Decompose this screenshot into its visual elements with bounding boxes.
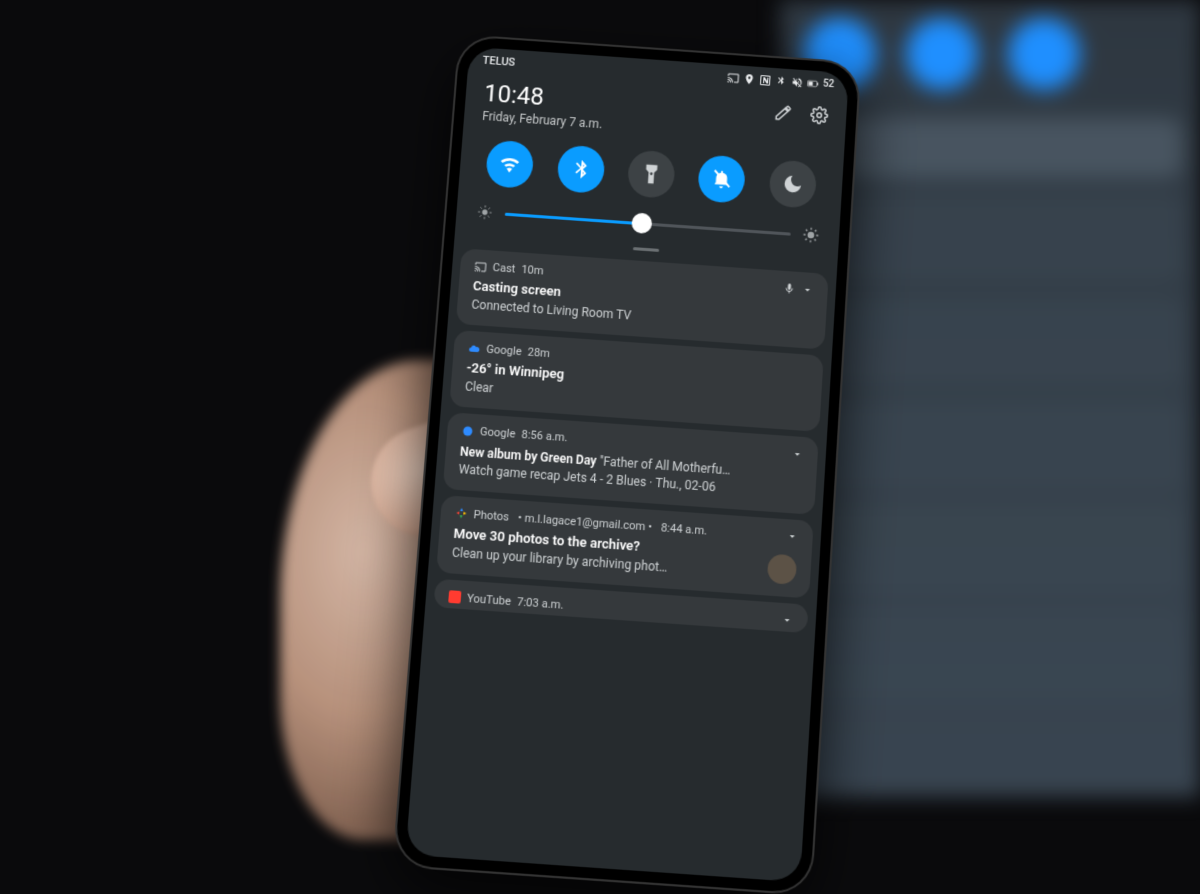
flashlight-toggle[interactable] [627, 149, 676, 199]
edit-icon[interactable] [774, 103, 793, 122]
cast-icon [474, 260, 487, 273]
brightness-track[interactable] [505, 212, 791, 235]
carrier-label: TELUS [482, 54, 515, 69]
bluetooth-status-icon [775, 75, 788, 88]
cast-status-icon [727, 71, 740, 84]
notif-time: 7:03 a.m. [517, 595, 565, 612]
mute-icon [791, 76, 804, 89]
scene-background: TELUS 52 10:48 Friday, February 7 a.m. [0, 0, 1200, 797]
wifi-toggle[interactable] [485, 140, 535, 190]
notif-time: 10m [521, 263, 544, 278]
notif-time: 28m [527, 346, 550, 361]
nfc-icon [759, 73, 772, 86]
notif-time: 8:44 a.m. [660, 521, 707, 538]
flashlight-icon [639, 162, 663, 186]
phone-frame: TELUS 52 10:48 Friday, February 7 a.m. [394, 36, 859, 894]
location-icon [743, 72, 756, 85]
bell-off-icon [710, 167, 734, 191]
brightness-low-icon [476, 204, 493, 221]
bluetooth-icon [569, 157, 593, 181]
bluetooth-toggle[interactable] [556, 144, 606, 194]
chevron-down-icon[interactable] [801, 283, 814, 296]
chevron-down-icon[interactable] [780, 614, 793, 627]
brightness-thumb[interactable] [631, 212, 653, 234]
phone-screen: TELUS 52 10:48 Friday, February 7 a.m. [405, 47, 848, 882]
notif-time: 8:56 a.m. [521, 428, 568, 445]
photos-icon [455, 507, 468, 520]
mic-icon[interactable] [783, 282, 796, 295]
notif-app: Google [479, 425, 515, 441]
battery-percent: 52 [823, 78, 835, 90]
cloud-icon [468, 342, 481, 355]
chevron-down-icon[interactable] [791, 447, 804, 460]
youtube-icon [448, 591, 461, 604]
google-icon [461, 424, 474, 437]
gear-icon[interactable] [810, 106, 829, 125]
brightness-high-icon [802, 226, 819, 243]
notif-app: Cast [492, 261, 516, 276]
notif-app: Google [486, 343, 522, 359]
notif-account: • m.l.lagace1@gmail.com • [515, 510, 656, 533]
notification-list: Cast 10m Casting screen Connected to Liv… [425, 248, 837, 634]
brightness-fill [505, 212, 642, 225]
wifi-icon [498, 152, 522, 176]
panel-drag-handle[interactable] [633, 247, 659, 252]
moon-icon [781, 172, 804, 196]
night-mode-toggle[interactable] [768, 159, 817, 209]
notif-app: Photos [473, 508, 509, 524]
mute-toggle[interactable] [697, 154, 746, 204]
notif-app: YouTube [467, 591, 512, 608]
battery-icon [806, 77, 819, 90]
chevron-down-icon[interactable] [786, 530, 799, 543]
